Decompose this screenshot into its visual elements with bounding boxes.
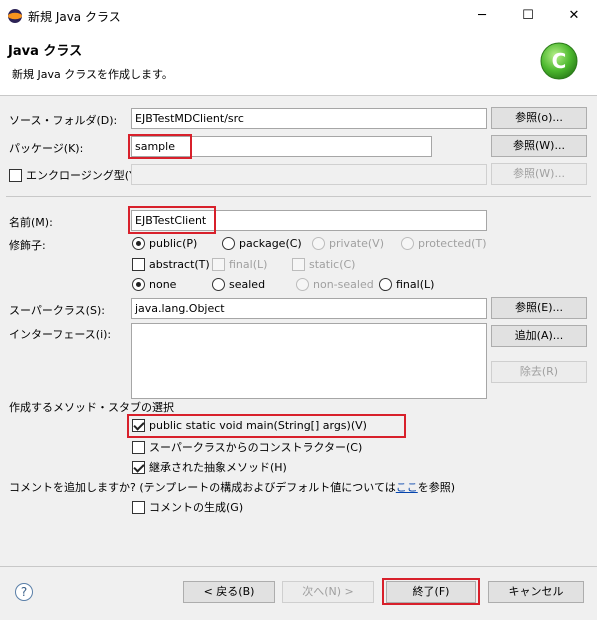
modifier-private-radio[interactable]: private(V): [312, 237, 384, 250]
radio-indicator: [296, 278, 309, 291]
radio-label: final(L): [396, 278, 435, 291]
radio-label: private(V): [329, 237, 384, 250]
remove-interface-button[interactable]: 除去(R): [491, 361, 587, 383]
checkbox-label: public static void main(String[] args)(V…: [149, 419, 367, 432]
radio-indicator: [212, 278, 225, 291]
minimize-icon[interactable]: ─: [459, 0, 505, 32]
close-icon[interactable]: ✕: [551, 0, 597, 32]
checkbox-indicator: [292, 258, 305, 271]
enclosing-type-browse-button[interactable]: 参照(W)...: [491, 163, 587, 185]
radio-label: protected(T): [418, 237, 487, 250]
footer-separator: [0, 566, 597, 567]
banner-description: 新規 Java クラスを作成します。: [12, 68, 173, 81]
radio-label: package(C): [239, 237, 302, 250]
radio-label: none: [149, 278, 177, 291]
enclosing-type-option[interactable]: エンクロージング型(Y):: [9, 167, 144, 183]
final-checkbox[interactable]: final(L): [212, 258, 267, 271]
name-label: 名前(M):: [9, 216, 53, 229]
static-checkbox[interactable]: static(C): [292, 258, 355, 271]
package-value: sample: [135, 140, 175, 153]
window-title: 新規 Java クラス: [28, 10, 121, 24]
checkbox-label: static(C): [309, 258, 356, 271]
radio-label: public(P): [149, 237, 198, 250]
checkbox-indicator: [132, 258, 145, 271]
radio-indicator: [132, 237, 145, 250]
interfaces-list[interactable]: [131, 323, 487, 399]
banner-title: Java クラス: [8, 44, 83, 59]
comments-question: コメントを追加しますか? (テンプレートの構成およびデフォルト値についてはここを…: [9, 479, 455, 495]
kind-non-sealed-radio[interactable]: non-sealed: [296, 278, 374, 291]
radio-indicator: [379, 278, 392, 291]
kind-final-radio[interactable]: final(L): [379, 278, 434, 291]
wizard-banner: [0, 32, 597, 96]
separator: [6, 196, 591, 197]
comments-question-suffix: を参照): [417, 481, 456, 494]
inherited-stub-checkbox[interactable]: 継承された抽象メソッド(H): [132, 459, 287, 475]
new-class-logo-icon: C: [540, 42, 578, 80]
checkbox-indicator: [132, 419, 145, 432]
modifiers-label: 修飾子:: [9, 239, 46, 252]
radio-indicator: [401, 237, 414, 250]
modifier-public-radio[interactable]: public(P): [132, 237, 197, 250]
enclosing-type-label: エンクロージング型(Y):: [26, 169, 144, 182]
checkbox-indicator: [132, 500, 145, 514]
source-folder-browse-button[interactable]: 参照(o)...: [491, 107, 587, 129]
source-folder-label: ソース・フォルダ(D):: [9, 114, 118, 127]
radio-indicator: [222, 237, 235, 250]
back-button[interactable]: < 戻る(B): [183, 581, 275, 603]
add-interface-button[interactable]: 追加(A)...: [491, 325, 587, 347]
enclosing-type-checkbox[interactable]: [9, 168, 22, 182]
checkbox-label: 継承された抽象メソッド(H): [149, 461, 287, 474]
modifier-package-radio[interactable]: package(C): [222, 237, 302, 250]
superclass-browse-button[interactable]: 参照(E)...: [491, 297, 587, 319]
superclass-input[interactable]: java.lang.Object: [131, 298, 487, 319]
finish-button[interactable]: 終了(F): [386, 581, 476, 603]
name-value: EJBTestClient: [135, 214, 207, 227]
eclipse-app-icon: [8, 9, 22, 23]
radio-indicator: [132, 278, 145, 291]
comments-question-prefix: コメントを追加しますか? (テンプレートの構成およびデフォルト値については: [9, 481, 396, 494]
generate-comments-checkbox[interactable]: コメントの生成(G): [132, 499, 243, 515]
maximize-icon[interactable]: ☐: [505, 0, 551, 32]
main-stub-checkbox[interactable]: public static void main(String[] args)(V…: [132, 419, 367, 432]
checkbox-indicator: [212, 258, 225, 271]
checkbox-label: スーパークラスからのコンストラクター(C): [149, 441, 363, 454]
checkbox-label: final(L): [229, 258, 268, 271]
abstract-checkbox[interactable]: abstract(T): [132, 258, 210, 271]
next-button[interactable]: 次へ(N) >: [282, 581, 374, 603]
checkbox-label: コメントの生成(G): [149, 501, 244, 514]
package-label: パッケージ(K):: [9, 142, 84, 155]
modifier-protected-radio[interactable]: protected(T): [401, 237, 487, 250]
checkbox-label: abstract(T): [149, 258, 210, 271]
checkbox-indicator: [132, 440, 145, 454]
radio-label: non-sealed: [313, 278, 374, 291]
source-folder-input[interactable]: EJBTestMDClient/src: [131, 108, 487, 129]
checkbox-indicator: [132, 460, 145, 474]
radio-label: sealed: [229, 278, 266, 291]
help-icon[interactable]: ?: [15, 583, 33, 601]
kind-sealed-radio[interactable]: sealed: [212, 278, 265, 291]
stubs-label: 作成するメソッド・スタブの選択: [9, 401, 174, 414]
interfaces-label: インターフェース(i):: [9, 328, 112, 341]
cancel-button[interactable]: キャンセル: [488, 581, 584, 603]
svg-text:C: C: [552, 49, 567, 73]
superclass-label: スーパークラス(S):: [9, 304, 105, 317]
package-browse-button[interactable]: 参照(W)...: [491, 135, 587, 157]
enclosing-type-input[interactable]: [131, 164, 487, 185]
templates-link[interactable]: ここ: [396, 481, 418, 494]
constructors-stub-checkbox[interactable]: スーパークラスからのコンストラクター(C): [132, 439, 362, 455]
kind-none-radio[interactable]: none: [132, 278, 176, 291]
radio-indicator: [312, 237, 325, 250]
